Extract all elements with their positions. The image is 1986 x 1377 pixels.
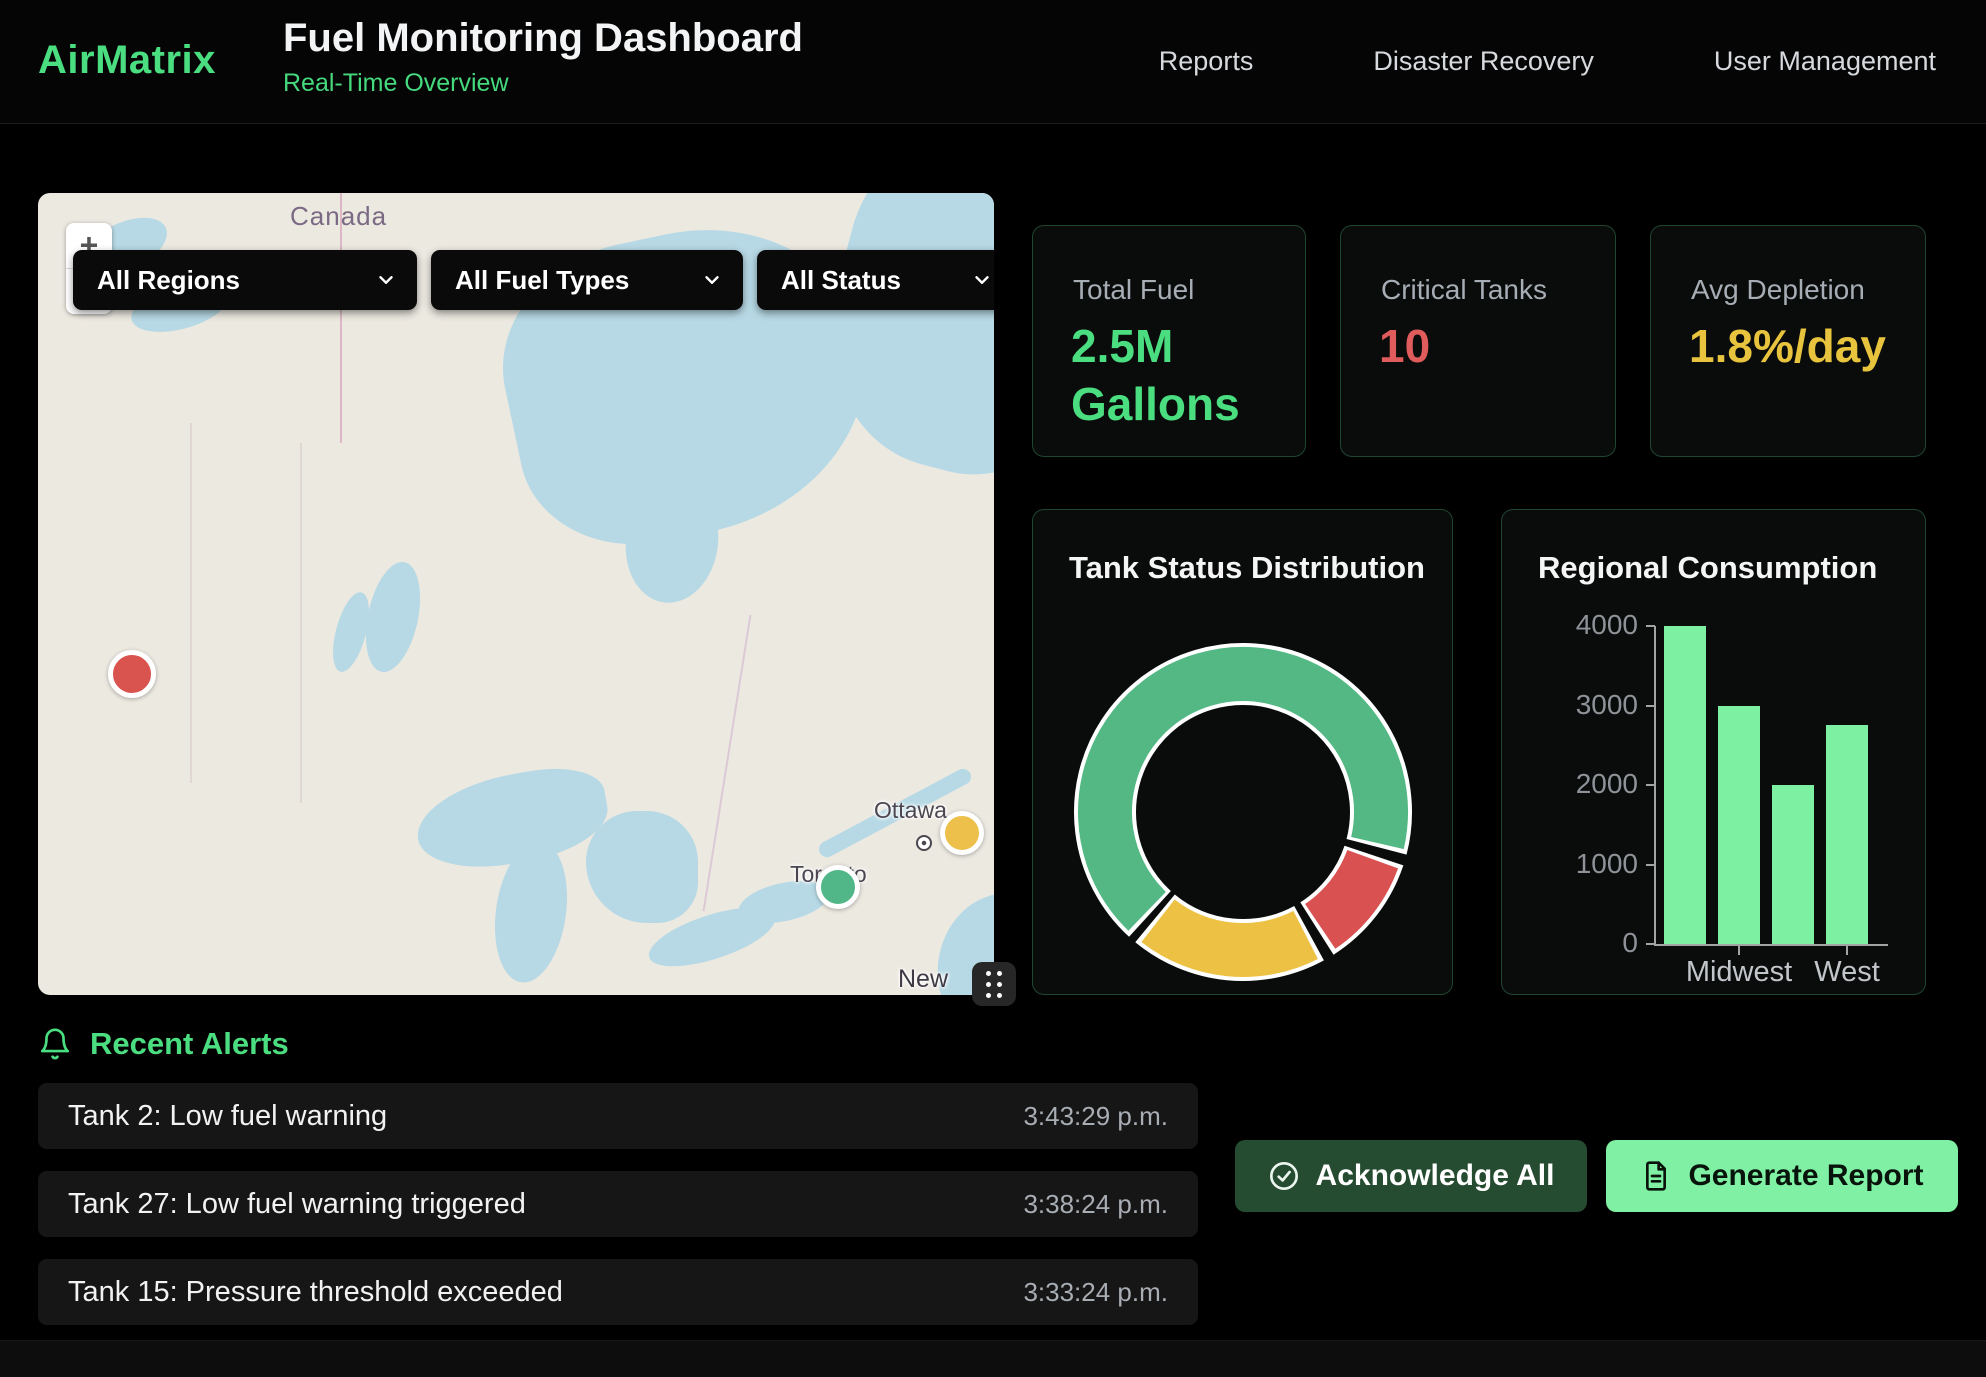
grip-dots: [986, 971, 1002, 998]
recent-alerts-header: Recent Alerts: [38, 1026, 289, 1062]
bar-region-3: [1826, 725, 1868, 944]
border-line: [300, 443, 302, 803]
tank-marker-warning[interactable]: [940, 811, 984, 855]
y-axis-tick-mark: [1646, 864, 1655, 866]
avg-depletion-value: 1.8%/day: [1689, 318, 1901, 376]
x-axis-tick-mark: [1846, 946, 1848, 955]
ottawa-town-dot-icon: [916, 835, 932, 851]
region-filter-dropdown[interactable]: All Regions: [73, 250, 417, 310]
tank-marker-critical[interactable]: [108, 650, 156, 698]
fuel-type-filter-dropdown[interactable]: All Fuel Types: [431, 250, 743, 310]
donut-chart-title: Tank Status Distribution: [1069, 550, 1425, 586]
bar-region-2: [1772, 785, 1814, 944]
y-axis-tick-mark: [1646, 943, 1655, 945]
donut-segment-warning: [1158, 921, 1306, 950]
map-canvas[interactable]: Canada Ottawa Toronto New York + − All R…: [38, 193, 994, 995]
report-document-icon: [1640, 1160, 1672, 1192]
alert-timestamp: 3:38:24 p.m.: [1023, 1189, 1168, 1220]
chevron-down-icon: [375, 269, 397, 291]
y-axis-tick-label: 3000: [1558, 689, 1638, 721]
avg-depletion-label: Avg Depletion: [1691, 274, 1865, 306]
title-block: Fuel Monitoring Dashboard Real-Time Over…: [283, 16, 803, 98]
alert-list-item[interactable]: Tank 27: Low fuel warning triggered 3:38…: [38, 1171, 1198, 1237]
alert-message: Tank 2: Low fuel warning: [68, 1100, 387, 1133]
nav-item-user-management[interactable]: User Management: [1714, 46, 1936, 77]
y-axis-tick-mark: [1646, 625, 1655, 627]
status-filter-value: All Status: [781, 265, 901, 296]
y-axis-tick-label: 1000: [1558, 848, 1638, 880]
total-fuel-card: Total Fuel 2.5M Gallons: [1032, 225, 1306, 457]
generate-report-label: Generate Report: [1688, 1159, 1923, 1193]
acknowledge-all-button[interactable]: Acknowledge All: [1235, 1140, 1587, 1212]
y-axis-tick-label: 2000: [1558, 768, 1638, 800]
alert-timestamp: 3:33:24 p.m.: [1023, 1277, 1168, 1308]
total-fuel-label: Total Fuel: [1073, 274, 1194, 306]
check-circle-icon: [1268, 1160, 1300, 1192]
main-nav: Reports Disaster Recovery User Managemen…: [1159, 0, 1936, 123]
brand-logo: AirMatrix: [38, 38, 216, 83]
map-label-canada: Canada: [290, 201, 387, 232]
recent-alerts-title: Recent Alerts: [90, 1026, 289, 1062]
lake-huron-shape: [586, 811, 698, 923]
region-filter-value: All Regions: [97, 265, 240, 296]
regional-consumption-bar-chart: 01000200030004000MidwestWest: [1654, 626, 1888, 946]
tank-marker-normal[interactable]: [816, 865, 860, 909]
page-title: Fuel Monitoring Dashboard: [283, 16, 803, 61]
x-axis-tick-label: West: [1777, 956, 1917, 989]
y-axis-tick-mark: [1646, 705, 1655, 707]
tank-status-donut-chart: [1075, 644, 1411, 980]
critical-tanks-card: Critical Tanks 10: [1340, 225, 1616, 457]
y-axis-tick-label: 0: [1558, 927, 1638, 959]
border-line: [703, 615, 752, 912]
avg-depletion-card: Avg Depletion 1.8%/day: [1650, 225, 1926, 457]
bar-region-1: [1718, 706, 1760, 945]
critical-tanks-label: Critical Tanks: [1381, 274, 1547, 306]
app-header: AirMatrix Fuel Monitoring Dashboard Real…: [0, 0, 1986, 124]
alert-list-item[interactable]: Tank 15: Pressure threshold exceeded 3:3…: [38, 1259, 1198, 1325]
bell-icon: [38, 1027, 72, 1061]
footer-bar: [0, 1340, 1986, 1377]
alert-message: Tank 15: Pressure threshold exceeded: [68, 1276, 563, 1309]
map-filter-bar: All Regions All Fuel Types All Status: [73, 250, 994, 310]
border-line: [190, 423, 192, 783]
resize-grip-icon[interactable]: [972, 962, 1016, 1006]
nav-item-disaster-recovery[interactable]: Disaster Recovery: [1373, 46, 1594, 77]
alert-message: Tank 27: Low fuel warning triggered: [68, 1188, 526, 1221]
total-fuel-value: 2.5M Gallons: [1071, 318, 1283, 433]
alert-list-item[interactable]: Tank 2: Low fuel warning 3:43:29 p.m.: [38, 1083, 1198, 1149]
critical-tanks-value: 10: [1379, 318, 1591, 376]
y-axis-tick-mark: [1646, 784, 1655, 786]
alert-timestamp: 3:43:29 p.m.: [1023, 1101, 1168, 1132]
y-axis-tick-label: 4000: [1558, 609, 1638, 641]
acknowledge-all-label: Acknowledge All: [1316, 1159, 1555, 1193]
bar-chart-title: Regional Consumption: [1538, 550, 1877, 586]
map-label-ottawa: Ottawa: [874, 797, 947, 824]
donut-segment-critical: [1320, 859, 1373, 926]
tank-status-distribution-card: Tank Status Distribution: [1032, 509, 1453, 995]
generate-report-button[interactable]: Generate Report: [1606, 1140, 1958, 1212]
page-subtitle: Real-Time Overview: [283, 69, 803, 98]
status-filter-dropdown[interactable]: All Status: [757, 250, 994, 310]
x-axis-tick-mark: [1738, 946, 1740, 955]
regional-consumption-card: Regional Consumption 01000200030004000Mi…: [1501, 509, 1926, 995]
chevron-down-icon: [701, 269, 723, 291]
nav-item-reports[interactable]: Reports: [1159, 46, 1254, 77]
bar-region-0: [1664, 626, 1706, 944]
chevron-down-icon: [971, 269, 993, 291]
fuel-type-filter-value: All Fuel Types: [455, 265, 629, 296]
